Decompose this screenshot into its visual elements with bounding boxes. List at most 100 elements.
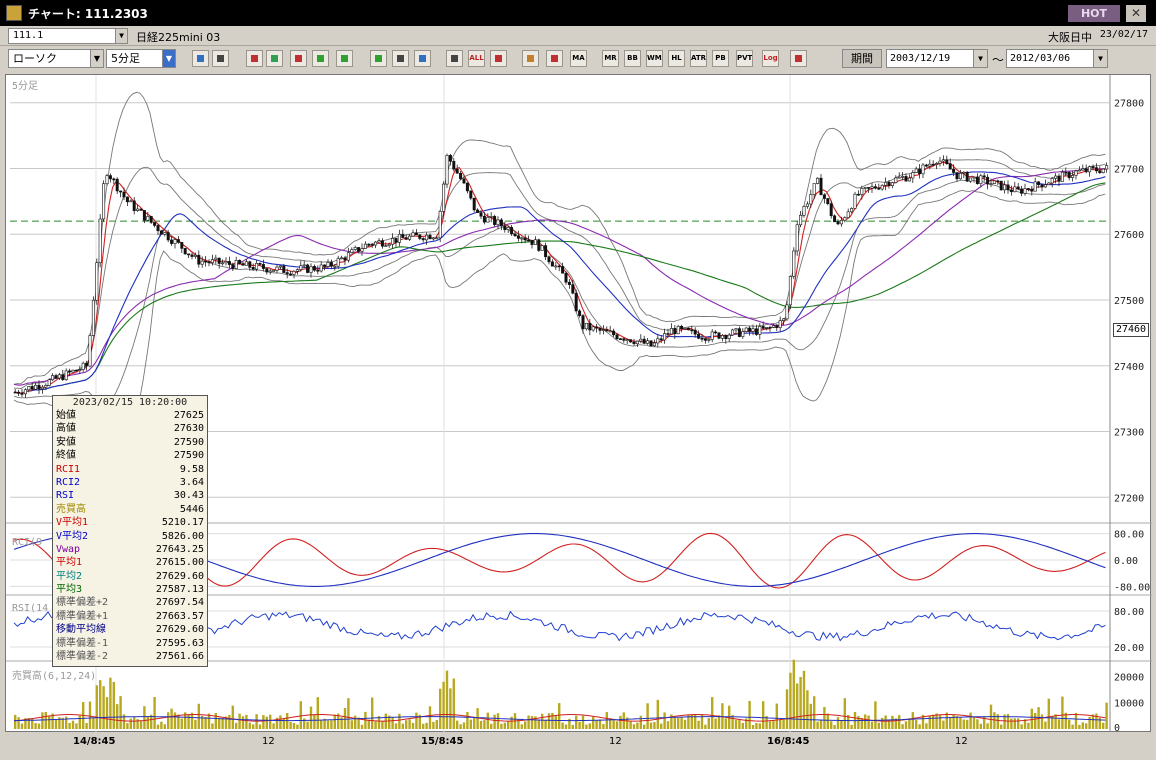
calendar-dropdown-icon[interactable]: ▼ — [1093, 50, 1107, 67]
data-window: 2023/02/15 10:20:00 始値 27625 高値 27630 安値 2759… — [52, 395, 208, 667]
candle-body — [91, 299, 95, 336]
draw-icon[interactable] — [246, 50, 263, 67]
magnify-icon[interactable] — [266, 50, 283, 67]
line-icon[interactable] — [370, 50, 387, 67]
candle-body — [703, 338, 707, 341]
move-icon[interactable] — [392, 50, 409, 67]
candle-body — [421, 238, 425, 241]
volume-bar — [163, 724, 166, 729]
candle-body — [486, 217, 490, 223]
volume-bar — [265, 716, 268, 729]
candle-body — [635, 340, 639, 345]
window-title: チャート: 111.2303 — [28, 6, 148, 21]
date-to-input[interactable]: 2012/03/06 ▼ — [1006, 49, 1108, 68]
hot-button[interactable]: HOT — [1068, 5, 1120, 22]
date-from-value: 2003/12/19 — [890, 53, 951, 64]
candle-body — [805, 203, 809, 207]
volume-bar — [343, 708, 347, 729]
candle-body — [816, 177, 820, 184]
candle-body — [166, 232, 170, 241]
candle-body — [802, 206, 806, 216]
candle-body — [214, 257, 218, 260]
candle-body — [588, 322, 592, 331]
candle-body — [629, 339, 633, 343]
candle-body — [924, 164, 928, 167]
split-icon[interactable] — [790, 50, 807, 67]
atr-icon[interactable]: ATR — [690, 50, 707, 67]
candle-body — [856, 193, 860, 196]
data-window-label: 平均2 — [56, 570, 83, 582]
time-axis-label: 12 — [609, 736, 622, 747]
candle-body — [370, 243, 374, 246]
close-button[interactable]: ✕ — [1126, 5, 1146, 22]
mr-icon[interactable]: MR — [602, 50, 619, 67]
candle-body — [23, 389, 27, 395]
calendar-dropdown-icon[interactable]: ▼ — [973, 50, 987, 67]
candle-body — [584, 322, 588, 330]
candle-body — [163, 232, 167, 235]
volume-bar — [677, 717, 680, 729]
candle-body — [615, 334, 619, 339]
chart-type-select[interactable]: ローソク ▼ — [8, 49, 104, 68]
data-window-row: 移動平均線 27629.60 — [56, 623, 204, 636]
volume-bar — [272, 723, 275, 729]
tool-icon[interactable] — [522, 50, 539, 67]
candle-body — [945, 159, 949, 164]
hl-icon[interactable]: HL — [668, 50, 685, 67]
pvt-icon[interactable]: PVT — [736, 50, 753, 67]
volume-bar — [92, 718, 95, 729]
candle-body — [1040, 184, 1044, 188]
volume-bar — [874, 701, 877, 729]
chevron-down-icon[interactable]: ▼ — [90, 50, 103, 67]
period-button[interactable]: 期間 — [842, 49, 882, 68]
settings-icon[interactable] — [490, 50, 507, 67]
candle-body — [537, 239, 541, 251]
pb-icon[interactable]: PB — [712, 50, 729, 67]
wma-icon[interactable]: WMA — [646, 50, 663, 67]
candle-body — [408, 235, 412, 240]
trend-icon[interactable] — [312, 50, 329, 67]
left-icon[interactable] — [414, 50, 431, 67]
data-window-value: 5826.00 — [161, 530, 204, 542]
volume-bar — [796, 683, 799, 729]
volume-bar — [126, 723, 129, 729]
candle-body — [516, 235, 520, 239]
interval-select[interactable]: 5分足 ▼ — [106, 49, 176, 68]
bb-icon[interactable]: BB — [624, 50, 641, 67]
ma-icon[interactable]: MA — [570, 50, 587, 67]
data-window-value: 27629.60 — [155, 624, 204, 636]
palette-icon[interactable] — [546, 50, 563, 67]
chevron-down-icon[interactable]: ▼ — [162, 50, 175, 67]
candle-body — [877, 187, 881, 190]
candle-body — [292, 270, 296, 275]
candle-body — [17, 391, 21, 394]
fib-icon[interactable] — [336, 50, 353, 67]
candle-body — [663, 333, 667, 341]
volume-bar — [326, 720, 330, 729]
rci-tick-label: 80.00 — [1114, 530, 1144, 541]
candle-body — [625, 339, 629, 341]
volume-bar — [333, 714, 336, 729]
volume-bar — [34, 723, 37, 729]
candle-body — [40, 386, 44, 390]
log-icon[interactable]: Log — [762, 50, 779, 67]
all-icon[interactable]: ALL — [468, 50, 485, 67]
candle-body — [374, 241, 378, 246]
volume-bar — [561, 722, 564, 729]
zoom-icon[interactable] — [192, 50, 209, 67]
candle-body — [918, 168, 922, 175]
volume-bar — [619, 715, 622, 729]
right-icon[interactable] — [446, 50, 463, 67]
volume-bar — [779, 719, 782, 729]
symbol-code-select[interactable]: 111.1 ▼ — [8, 28, 128, 44]
chart-area[interactable]: 80.00 0.00 -80.00 80.00 20.00 20000 10000 0 2… — [5, 74, 1152, 733]
data-window-row: RCI2 3.64 — [56, 476, 204, 489]
candle-body — [1016, 186, 1020, 190]
cursor-icon[interactable] — [290, 50, 307, 67]
date-from-input[interactable]: 2003/12/19 ▼ — [886, 49, 988, 68]
candle-body — [1020, 188, 1024, 194]
chevron-down-icon[interactable]: ▼ — [115, 29, 127, 43]
volume-bar — [602, 724, 605, 729]
crosshair-icon[interactable] — [212, 50, 229, 67]
candle-body — [608, 330, 612, 333]
